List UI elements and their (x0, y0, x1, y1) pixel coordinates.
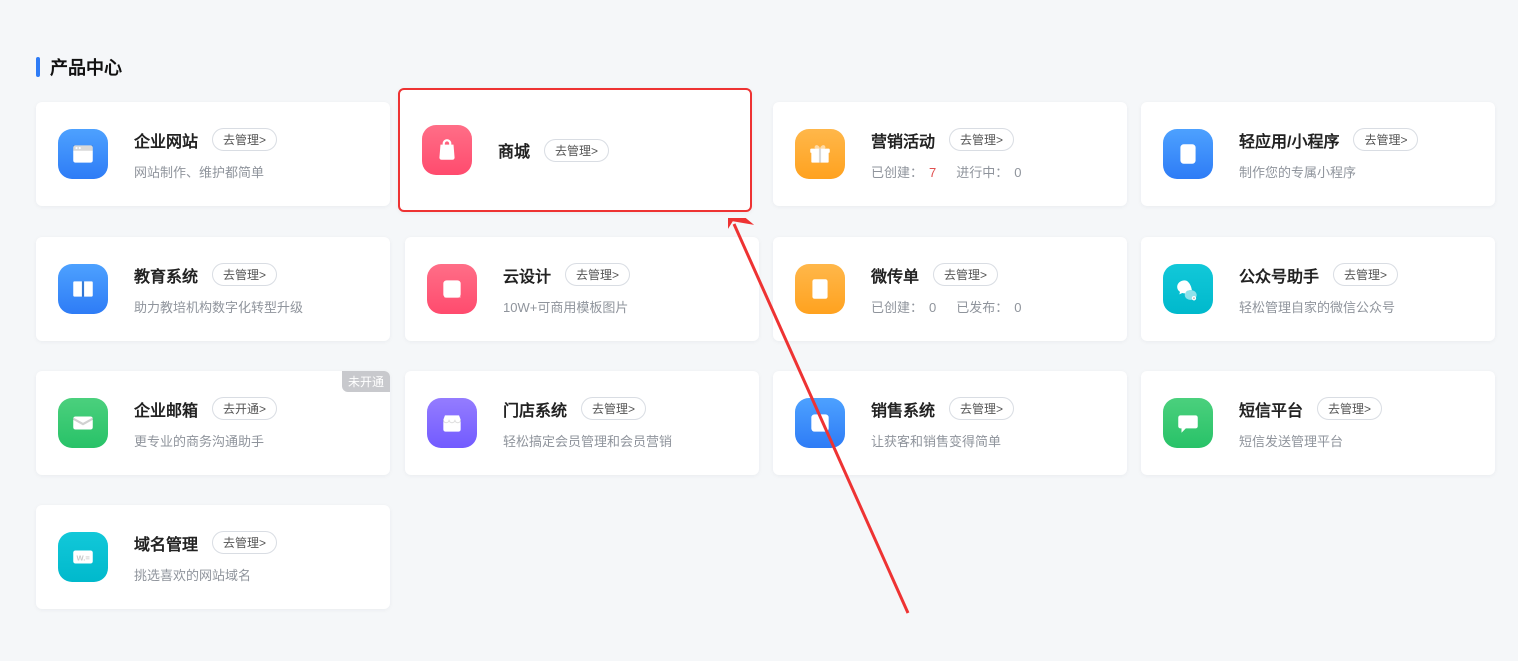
card-edu[interactable]: 教育系统 去管理> 助力教培机构数字化转型升级 (36, 237, 390, 341)
card-title: 公众号助手 (1239, 263, 1319, 287)
card-shop[interactable]: 商城 去管理> (398, 88, 752, 212)
accent-bar-icon (36, 57, 40, 77)
card-domain[interactable]: W.= 域名管理 去管理> 挑选喜欢的网站域名 (36, 505, 390, 609)
manage-button[interactable]: 去管理> (565, 263, 630, 286)
stat-value: 0 (929, 300, 936, 315)
card-title: 企业网站 (134, 128, 198, 152)
mini-program-icon (1163, 129, 1213, 179)
gift-icon (795, 129, 845, 179)
open-button[interactable]: 去开通> (212, 397, 277, 420)
list-lines-icon (795, 398, 845, 448)
card-design[interactable]: 云设计 去管理> 10W+可商用模板图片 (405, 237, 759, 341)
manage-button[interactable]: 去管理> (581, 397, 646, 420)
card-title: 微传单 (871, 263, 919, 287)
card-stats: 已创建： 7 进行中： 0 (871, 162, 1105, 181)
manage-button[interactable]: 去管理> (1333, 263, 1398, 286)
shopping-bag-icon (422, 125, 472, 175)
card-store[interactable]: 门店系统 去管理> 轻松搞定会员管理和会员营销 (405, 371, 759, 475)
card-desc: 让获客和销售变得简单 (871, 431, 1105, 450)
card-miniapp[interactable]: 轻应用/小程序 去管理> 制作您的专属小程序 (1141, 102, 1495, 206)
card-desc: 网站制作、维护都简单 (134, 162, 368, 181)
domain-icon: W.= (58, 532, 108, 582)
manage-button[interactable]: 去管理> (1317, 397, 1382, 420)
card-title: 企业邮箱 (134, 397, 198, 421)
manage-button[interactable]: 去管理> (949, 128, 1014, 151)
section-header: 产品中心 (36, 54, 122, 80)
manage-button[interactable]: 去管理> (933, 263, 998, 286)
storefront-icon (427, 398, 477, 448)
section-title: 产品中心 (50, 54, 122, 80)
card-wechat[interactable]: 公众号助手 去管理> 轻松管理自家的微信公众号 (1141, 237, 1495, 341)
card-title: 销售系统 (871, 397, 935, 421)
stat-value: 7 (929, 165, 936, 180)
stat-value: 0 (1014, 165, 1021, 180)
card-title: 域名管理 (134, 531, 198, 555)
unopened-tag: 未开通 (342, 371, 390, 392)
wechat-icon (1163, 264, 1213, 314)
card-sms[interactable]: 短信平台 去管理> 短信发送管理平台 (1141, 371, 1495, 475)
stat-label: 已创建： (871, 297, 923, 316)
stat-label: 进行中： (956, 162, 1008, 181)
card-marketing[interactable]: 营销活动 去管理> 已创建： 7 进行中： 0 (773, 102, 1127, 206)
manage-button[interactable]: 去管理> (949, 397, 1014, 420)
card-desc: 短信发送管理平台 (1239, 431, 1473, 450)
stat-value: 0 (1014, 300, 1021, 315)
card-title: 门店系统 (503, 397, 567, 421)
chat-bubble-icon (1163, 398, 1213, 448)
card-desc: 10W+可商用模板图片 (503, 297, 737, 316)
manage-button[interactable]: 去管理> (1353, 128, 1418, 151)
card-desc: 制作您的专属小程序 (1239, 162, 1473, 181)
svg-text:W.=: W.= (77, 553, 91, 562)
manage-button[interactable]: 去管理> (212, 531, 277, 554)
book-icon (58, 264, 108, 314)
card-desc: 轻松搞定会员管理和会员营销 (503, 431, 737, 450)
card-title: 教育系统 (134, 263, 198, 287)
stat-label: 已创建： (871, 162, 923, 181)
card-sales[interactable]: 销售系统 去管理> 让获客和销售变得简单 (773, 371, 1127, 475)
card-title: 营销活动 (871, 128, 935, 152)
manage-button[interactable]: 去管理> (544, 139, 609, 162)
envelope-icon (58, 398, 108, 448)
flyer-icon (795, 264, 845, 314)
card-flyer[interactable]: 微传单 去管理> 已创建： 0 已发布： 0 (773, 237, 1127, 341)
card-desc: 助力教培机构数字化转型升级 (134, 297, 368, 316)
card-title: 轻应用/小程序 (1239, 128, 1339, 152)
manage-button[interactable]: 去管理> (212, 263, 277, 286)
card-title: 云设计 (503, 263, 551, 287)
stat-label: 已发布： (956, 297, 1008, 316)
card-mail[interactable]: 未开通 企业邮箱 去开通> 更专业的商务沟通助手 (36, 371, 390, 475)
card-website[interactable]: 企业网站 去管理> 网站制作、维护都简单 (36, 102, 390, 206)
card-desc: 更专业的商务沟通助手 (134, 431, 368, 450)
card-desc: 挑选喜欢的网站域名 (134, 565, 368, 584)
image-icon (427, 264, 477, 314)
card-title: 短信平台 (1239, 397, 1303, 421)
card-title: 商城 (498, 138, 530, 162)
browser-window-icon (58, 129, 108, 179)
card-stats: 已创建： 0 已发布： 0 (871, 297, 1105, 316)
manage-button[interactable]: 去管理> (212, 128, 277, 151)
card-desc: 轻松管理自家的微信公众号 (1239, 297, 1473, 316)
